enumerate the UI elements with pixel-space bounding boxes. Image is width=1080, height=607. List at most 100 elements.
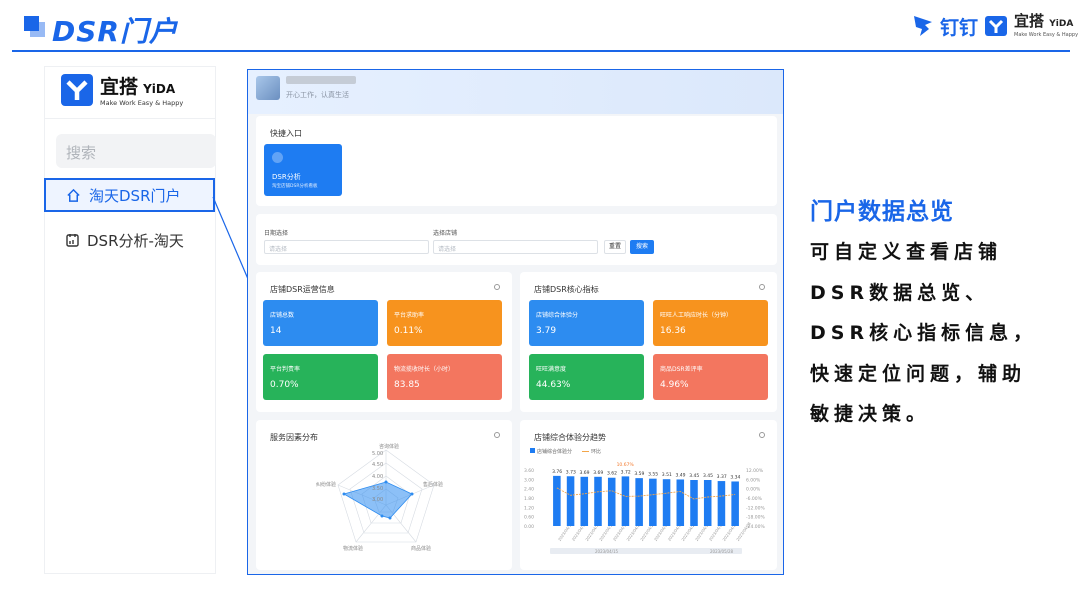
radar-tick: 5.00 bbox=[372, 451, 383, 457]
y2-axis-tick: 12.00% bbox=[746, 468, 764, 474]
bar-label: 3.55 bbox=[648, 472, 658, 478]
metric-tile: 旺旺人工响应时长（分钟） 16.36 bbox=[653, 300, 768, 346]
shortcut-title: DSR分析 bbox=[272, 173, 301, 181]
bar-label: 3.69 bbox=[593, 470, 603, 476]
yida-sub: Make Work Easy & Happy bbox=[1014, 32, 1079, 38]
metric-value: 16.36 bbox=[660, 326, 686, 336]
bar-label: 3.73 bbox=[566, 469, 576, 475]
bar bbox=[607, 477, 616, 526]
section-title: 门户数据总览 bbox=[810, 199, 954, 225]
metric-tile: 商品DSR差评率 4.96% bbox=[653, 354, 768, 400]
refresh-icon[interactable] bbox=[494, 284, 500, 290]
legend-line: 环比 bbox=[591, 449, 602, 455]
bar-label: 3.72 bbox=[621, 469, 631, 475]
y2-axis-tick: 0.00% bbox=[746, 487, 761, 493]
bar-label: 3.59 bbox=[634, 471, 644, 477]
slider-end: 2023/05/28 bbox=[710, 549, 734, 554]
avatar[interactable] bbox=[256, 76, 280, 100]
y-axis-tick: 0.00 bbox=[524, 524, 534, 530]
sidebar-item-label: 淘天DSR门户 bbox=[89, 186, 181, 205]
radar-tick: 3.00 bbox=[372, 497, 383, 503]
radar-axis-label: 物流体验 bbox=[343, 545, 363, 552]
bar bbox=[649, 478, 657, 526]
radar-axis-label: 纠纷体验 bbox=[316, 481, 336, 488]
legend-bar: 店铺综合体验分 bbox=[537, 449, 573, 455]
refresh-icon[interactable] bbox=[759, 432, 765, 438]
bar bbox=[662, 479, 671, 526]
dingtalk-logo-icon bbox=[914, 16, 932, 36]
store-select[interactable]: 请选择 bbox=[433, 240, 598, 254]
refresh-icon[interactable] bbox=[759, 284, 765, 290]
section-body: 可自定义查看店铺DSR数据总览、DSR核心指标信息，快速定位问题，辅助敏捷决策。 bbox=[810, 241, 1038, 425]
radar-chart: 咨询体验 售后体验 商品体验 物流体验 纠纷体验 5.00 4.50 4.00 … bbox=[316, 443, 443, 552]
logo-cn: 宜搭 bbox=[100, 76, 139, 98]
sidebar-item-taotian-dsr-portal[interactable]: 淘天DSR门户 bbox=[44, 178, 215, 212]
slider-start: 2023/04/15 bbox=[595, 549, 619, 554]
yida-logo-icon bbox=[61, 73, 93, 106]
y-axis-tick: 1.80 bbox=[524, 496, 534, 502]
quick-entry-card: 快捷入口 DSR分析 淘宝店铺DSR分析看板 bbox=[256, 116, 777, 206]
date-picker[interactable]: 请选择 bbox=[264, 240, 429, 254]
bar bbox=[635, 478, 643, 526]
radar-axis-label: 商品体验 bbox=[411, 545, 431, 552]
store-label: 选择店铺 bbox=[433, 230, 458, 237]
metric-tile: 旺旺满意度 44.63% bbox=[529, 354, 644, 400]
metric-value: 3.79 bbox=[536, 326, 557, 336]
card-title: 店铺DSR核心指标 bbox=[534, 285, 599, 294]
user-name-blurred bbox=[286, 76, 356, 84]
bar bbox=[731, 481, 739, 526]
metric-tile: 店铺综合体验分 3.79 bbox=[529, 300, 644, 346]
search-button[interactable]: 搜索 bbox=[630, 240, 654, 254]
user-bar: 开心工作，认真生活 bbox=[248, 70, 783, 114]
y-axis-tick: 3.60 bbox=[524, 468, 534, 474]
reset-button[interactable]: 重置 bbox=[604, 240, 626, 254]
metric-label: 商品DSR差评率 bbox=[660, 366, 703, 373]
sidebar-divider bbox=[44, 118, 216, 119]
metric-value: 14 bbox=[270, 326, 282, 336]
date-label: 日期选择 bbox=[264, 230, 289, 237]
bar-label: 3.45 bbox=[689, 473, 699, 479]
sidebar-item-dsr-analysis[interactable]: DSR分析-淘天 bbox=[44, 226, 215, 254]
y-axis-tick: 0.60 bbox=[524, 515, 534, 521]
bar-label: 3.49 bbox=[676, 472, 686, 478]
bar bbox=[594, 476, 602, 526]
y-axis-tick: 1.20 bbox=[524, 505, 534, 511]
bar bbox=[553, 475, 561, 526]
metric-tile: 店铺总数 14 bbox=[263, 300, 378, 346]
title-mark-icon bbox=[24, 16, 46, 38]
radar-axis-label: 咨询体验 bbox=[379, 443, 399, 450]
bar bbox=[717, 481, 726, 526]
bar-label: 3.76 bbox=[552, 469, 562, 475]
refresh-icon[interactable] bbox=[494, 432, 500, 438]
bar-label: 3.51 bbox=[662, 472, 672, 478]
trend-chart: 3.60 3.00 2.40 1.80 1.20 0.60 0.00 12.00% 6.00% 0… bbox=[524, 462, 766, 554]
bar-label: 3.62 bbox=[607, 471, 617, 477]
logo-sub: Make Work Easy & Happy bbox=[100, 99, 184, 107]
radar-tick: 4.50 bbox=[372, 462, 383, 468]
shortcut-desc: 淘宝店铺DSR分析看板 bbox=[272, 184, 318, 189]
dsr-analysis-shortcut[interactable]: DSR分析 淘宝店铺DSR分析看板 bbox=[264, 144, 342, 196]
sidebar-item-label: DSR分析-淘天 bbox=[87, 231, 184, 250]
y2-axis-tick: 6.00% bbox=[746, 477, 761, 483]
yida-en: YiDA bbox=[1049, 19, 1074, 29]
y-axis-tick: 2.40 bbox=[524, 487, 534, 493]
y2-axis-tick: -18.00% bbox=[746, 515, 766, 521]
metric-value: 0.70% bbox=[270, 380, 299, 390]
search-input[interactable]: 搜索 bbox=[56, 134, 216, 168]
bar-label: 3.45 bbox=[703, 473, 713, 479]
metric-value: 83.85 bbox=[394, 380, 420, 390]
header-divider bbox=[12, 50, 1070, 52]
radar-card: 服务因素分布 咨询体验 售后体验 商品体验 物流体验 纠纷体验 5.00 4.5… bbox=[256, 420, 512, 570]
radar-axis-label: 售后体验 bbox=[423, 481, 443, 488]
yida-cn: 宜搭 bbox=[1014, 12, 1045, 30]
card-title: 店铺DSR运营信息 bbox=[270, 285, 335, 294]
metric-value: 44.63% bbox=[536, 380, 571, 390]
metric-label: 旺旺人工响应时长（分钟） bbox=[660, 312, 733, 319]
metric-value: 0.11% bbox=[394, 326, 423, 336]
bar bbox=[566, 476, 575, 526]
metric-value: 4.96% bbox=[660, 380, 689, 390]
bar-label: 3.34 bbox=[730, 474, 740, 480]
metric-tile: 平台判责率 0.70% bbox=[263, 354, 378, 400]
y2-axis-tick: -6.00% bbox=[746, 496, 763, 502]
portal-preview: 开心工作，认真生活 快捷入口 DSR分析 淘宝店铺DSR分析看板 日期选择 请选… bbox=[247, 69, 784, 575]
